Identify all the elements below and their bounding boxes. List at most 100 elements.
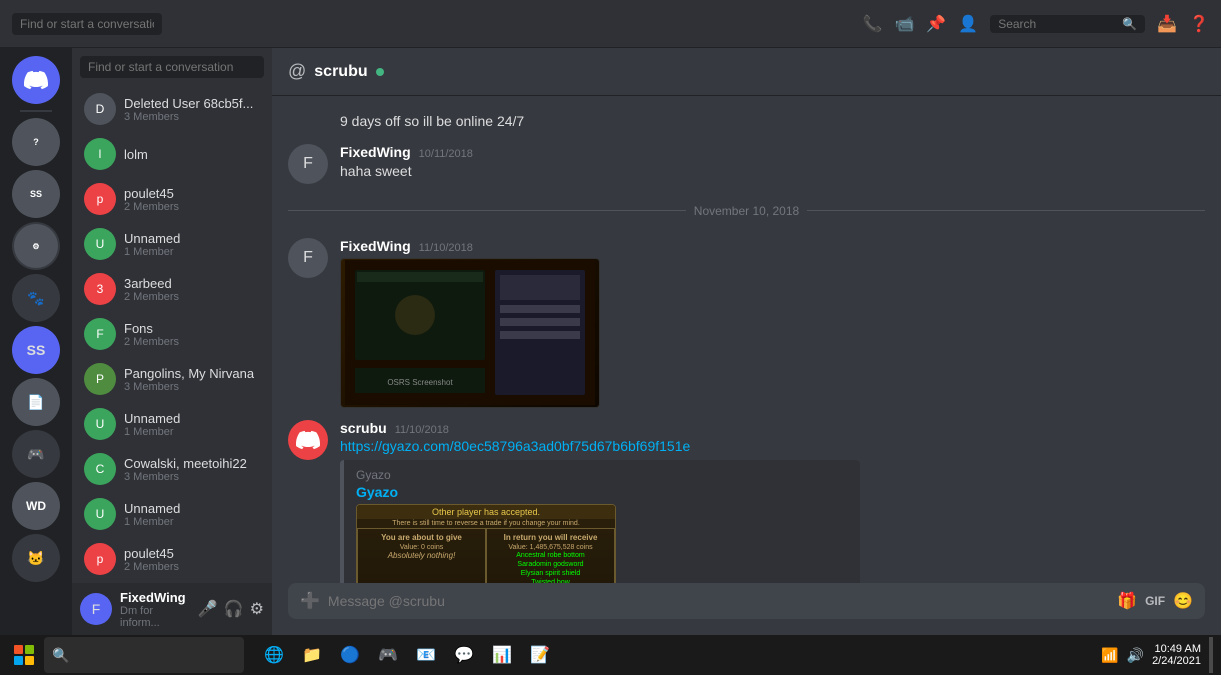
add-icon[interactable]: ➕ [300,591,320,611]
dm-sub-8: 3 Members [124,471,247,483]
server-icon-9[interactable]: 🐱 [12,534,60,582]
start-button[interactable] [8,639,40,671]
taskbar-app-2[interactable]: 📧 [408,637,444,673]
dm-sub-6: 3 Members [124,381,254,393]
dm-info-0: Deleted User 68cb5f... 3 Members [124,96,253,123]
server-icon-6[interactable]: 📄 [12,378,60,426]
dm-info-5: Fons 2 Members [124,321,179,348]
dm-info-6: Pangolins, My Nirvana 3 Members [124,366,254,393]
inbox-icon[interactable]: 📥 [1157,14,1177,34]
search-input-top[interactable] [12,13,162,35]
dm-item-4[interactable]: 3 3arbeed 2 Members [76,267,268,311]
dm-name-0: Deleted User 68cb5f... [124,96,253,111]
video-icon[interactable]: 📹 [894,14,914,34]
gift-icon[interactable]: 🎁 [1117,591,1137,611]
embed-provider-1: Gyazo [356,468,848,482]
chat-input[interactable] [328,593,1109,609]
game-screenshot: OSRS Screenshot [340,258,600,408]
channel-search-input[interactable] [80,56,264,78]
dm-info-7: Unnamed 1 Member [124,411,180,438]
server-icon-8[interactable]: WD [12,482,60,530]
server-icon-5[interactable]: SS [12,326,60,374]
phone-icon[interactable]: 📞 [863,14,883,34]
taskbar-items: 🌐 📁 🔵 🎮 📧 💬 📊 📝 [256,637,1097,673]
dm-avatar-10: p [84,543,116,575]
server-icon-home[interactable] [12,56,60,104]
dm-item-8[interactable]: C Cowalski, meetoihi22 3 Members [76,447,268,491]
taskbar-explorer[interactable]: 📁 [294,637,330,673]
dm-info-1: lolm [124,147,148,162]
server-icon-4[interactable]: 🐾 [12,274,60,322]
msg-content-fw1: FixedWing 10/11/2018 haha sweet [340,144,1205,182]
dm-info-10: poulet45 2 Members [124,546,179,573]
dm-info-3: Unnamed 1 Member [124,231,180,258]
taskbar-app-4[interactable]: 📊 [484,637,520,673]
chat-input-wrapper: ➕ 🎁 GIF 😊 [288,583,1205,619]
app-icon-5: 📝 [530,645,550,665]
mute-icon[interactable]: 🎤 [198,599,218,619]
server-icon-3[interactable]: ⚙ [12,222,60,270]
dm-sub-0: 3 Members [124,111,253,123]
taskbar-sound-icon[interactable]: 🔊 [1127,647,1144,664]
add-friend-icon[interactable]: 👤 [958,14,978,34]
taskbar-wifi-icon[interactable]: 📶 [1101,647,1118,664]
search-input[interactable] [998,17,1118,31]
dm-item-3[interactable]: U Unnamed 1 Member [76,222,268,266]
message-fixedwing-screenshot: F FixedWing 11/10/2018 [288,238,1205,408]
dm-item-5[interactable]: F Fons 2 Members [76,312,268,356]
trade-col-left: You are about to give Value: 0 coins Abs… [357,528,486,583]
taskbar-app-1[interactable]: 🎮 [370,637,406,673]
dm-item-9[interactable]: U Unnamed 1 Member [76,492,268,536]
emoji-icon[interactable]: 😊 [1173,591,1193,611]
pin-icon[interactable]: 📌 [926,14,946,34]
deafen-icon[interactable]: 🎧 [224,599,244,619]
dm-info-2: poulet45 2 Members [124,186,179,213]
svg-text:OSRS Screenshot: OSRS Screenshot [387,378,453,387]
msg-text-pretext: 9 days off so ill be online 24/7 [340,112,1205,132]
server-icon-2[interactable]: SS [12,170,60,218]
chat-area: @ scrubu 9 days off so ill be online 24/… [272,48,1221,635]
settings-icon[interactable]: ⚙ [250,599,264,619]
dm-item-1[interactable]: l lolm [76,132,268,176]
dm-item-7[interactable]: U Unnamed 1 Member [76,402,268,446]
taskbar-app-3[interactable]: 💬 [446,637,482,673]
dm-info-8: Cowalski, meetoihi22 3 Members [124,456,247,483]
dm-avatar-0: D [84,93,116,125]
taskbar-edge[interactable]: 🌐 [256,637,292,673]
dm-avatar-3: U [84,228,116,260]
message-pretext: 9 days off so ill be online 24/7 [288,112,1205,132]
explorer-icon: 📁 [302,645,322,665]
gyazo-link-1[interactable]: https://gyazo.com/80ec58796a3ad0bf75d67b… [340,438,690,454]
dm-name-6: Pangolins, My Nirvana [124,366,254,381]
taskbar-app-5[interactable]: 📝 [522,637,558,673]
help-icon[interactable]: ❓ [1189,14,1209,34]
dm-item-6[interactable]: P Pangolins, My Nirvana 3 Members [76,357,268,401]
show-desktop-button[interactable] [1209,637,1213,673]
date-divider: November 10, 2018 [288,204,1205,218]
msg-time-fw1: 10/11/2018 [419,148,473,160]
server-sidebar: ? SS ⚙ 🐾 SS 📄 🎮 WD 🐱 [0,48,72,635]
dm-sub-10: 2 Members [124,561,179,573]
dm-name-5: Fons [124,321,179,336]
taskbar-search-area[interactable]: 🔍 [44,637,244,673]
msg-content-fw2: FixedWing 11/10/2018 [340,238,1205,408]
msg-author-fw2: FixedWing [340,238,411,254]
top-bar-right: 📞 📹 📌 👤 🔍 📥 ❓ [863,14,1209,34]
user-avatar: F [80,593,112,625]
dm-item-10[interactable]: p poulet45 2 Members [76,537,268,581]
taskbar-clock: 10:49 AM 2/24/2021 [1152,643,1201,667]
server-icon-7[interactable]: 🎮 [12,430,60,478]
search-bar: 🔍 [990,15,1145,33]
msg-author-scrubu: scrubu [340,420,387,436]
app-icon-4: 📊 [492,645,512,665]
server-icon-1[interactable]: ? [12,118,60,166]
dm-avatar-6: P [84,363,116,395]
gif-icon[interactable]: GIF [1145,594,1165,608]
user-controls: 🎤 🎧 ⚙ [198,599,264,619]
msg-time-scrubu: 11/10/2018 [395,424,449,436]
taskbar-chrome[interactable]: 🔵 [332,637,368,673]
dm-name-7: Unnamed [124,411,180,426]
dm-item-0[interactable]: D Deleted User 68cb5f... 3 Members [76,87,268,131]
dm-item-2[interactable]: p poulet45 2 Members [76,177,268,221]
trade-top-bar: Other player has accepted. [357,505,615,519]
